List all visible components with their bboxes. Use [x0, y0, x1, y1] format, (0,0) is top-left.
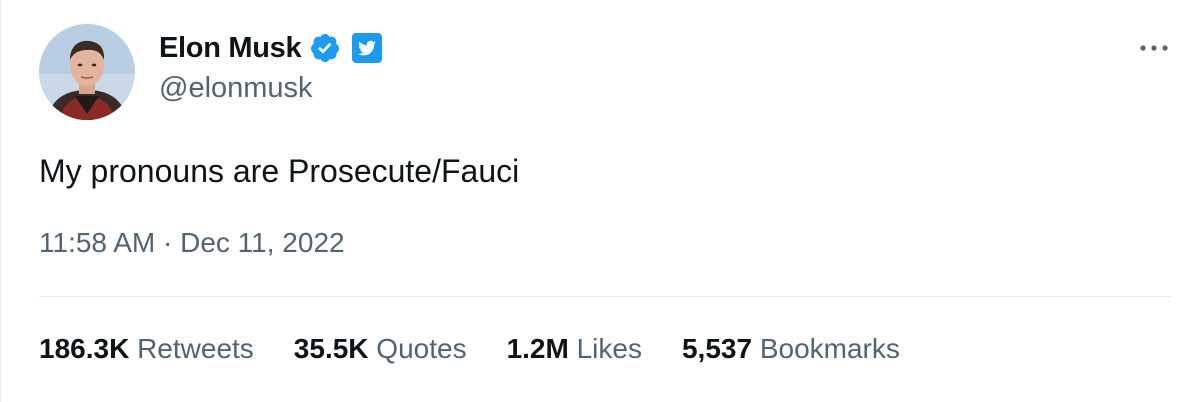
engagement-stats: 186.3K Retweets 35.5K Quotes 1.2M Likes …	[39, 333, 900, 365]
divider	[39, 296, 1172, 297]
bookmarks-count: 5,537	[681, 333, 753, 364]
likes-stat[interactable]: 1.2M Likes	[507, 333, 642, 365]
retweets-count: 186.3K	[39, 333, 130, 364]
avatar[interactable]	[39, 24, 135, 120]
author-name-row: Elon Musk	[159, 30, 383, 66]
retweets-stat[interactable]: 186.3K Retweets	[39, 333, 254, 365]
bookmarks-label: Bookmarks	[759, 333, 900, 364]
likes-count: 1.2M	[506, 333, 569, 364]
author-handle[interactable]: @elonmusk	[159, 72, 313, 105]
quotes-label: Quotes	[376, 333, 467, 364]
twitter-badge-icon[interactable]	[351, 32, 383, 64]
retweets-label: Retweets	[137, 333, 254, 364]
verified-badge-icon[interactable]	[309, 32, 341, 64]
quotes-stat[interactable]: 35.5K Quotes	[294, 333, 467, 365]
display-name[interactable]: Elon Musk	[159, 32, 302, 65]
tweet-text: My pronouns are Prosecute/Fauci	[39, 153, 520, 189]
tweet-card: Elon Musk @elonmusk My pronouns are Pros…	[0, 0, 1202, 402]
more-options-button[interactable]	[1134, 36, 1174, 60]
likes-label: Likes	[576, 333, 642, 364]
avatar-image	[39, 24, 135, 120]
quotes-count: 35.5K	[293, 333, 369, 364]
more-dots-icon	[1140, 45, 1168, 51]
tweet-timestamp[interactable]: 11:58 AM · Dec 11, 2022	[39, 227, 345, 259]
bookmarks-stat[interactable]: 5,537 Bookmarks	[682, 333, 900, 365]
